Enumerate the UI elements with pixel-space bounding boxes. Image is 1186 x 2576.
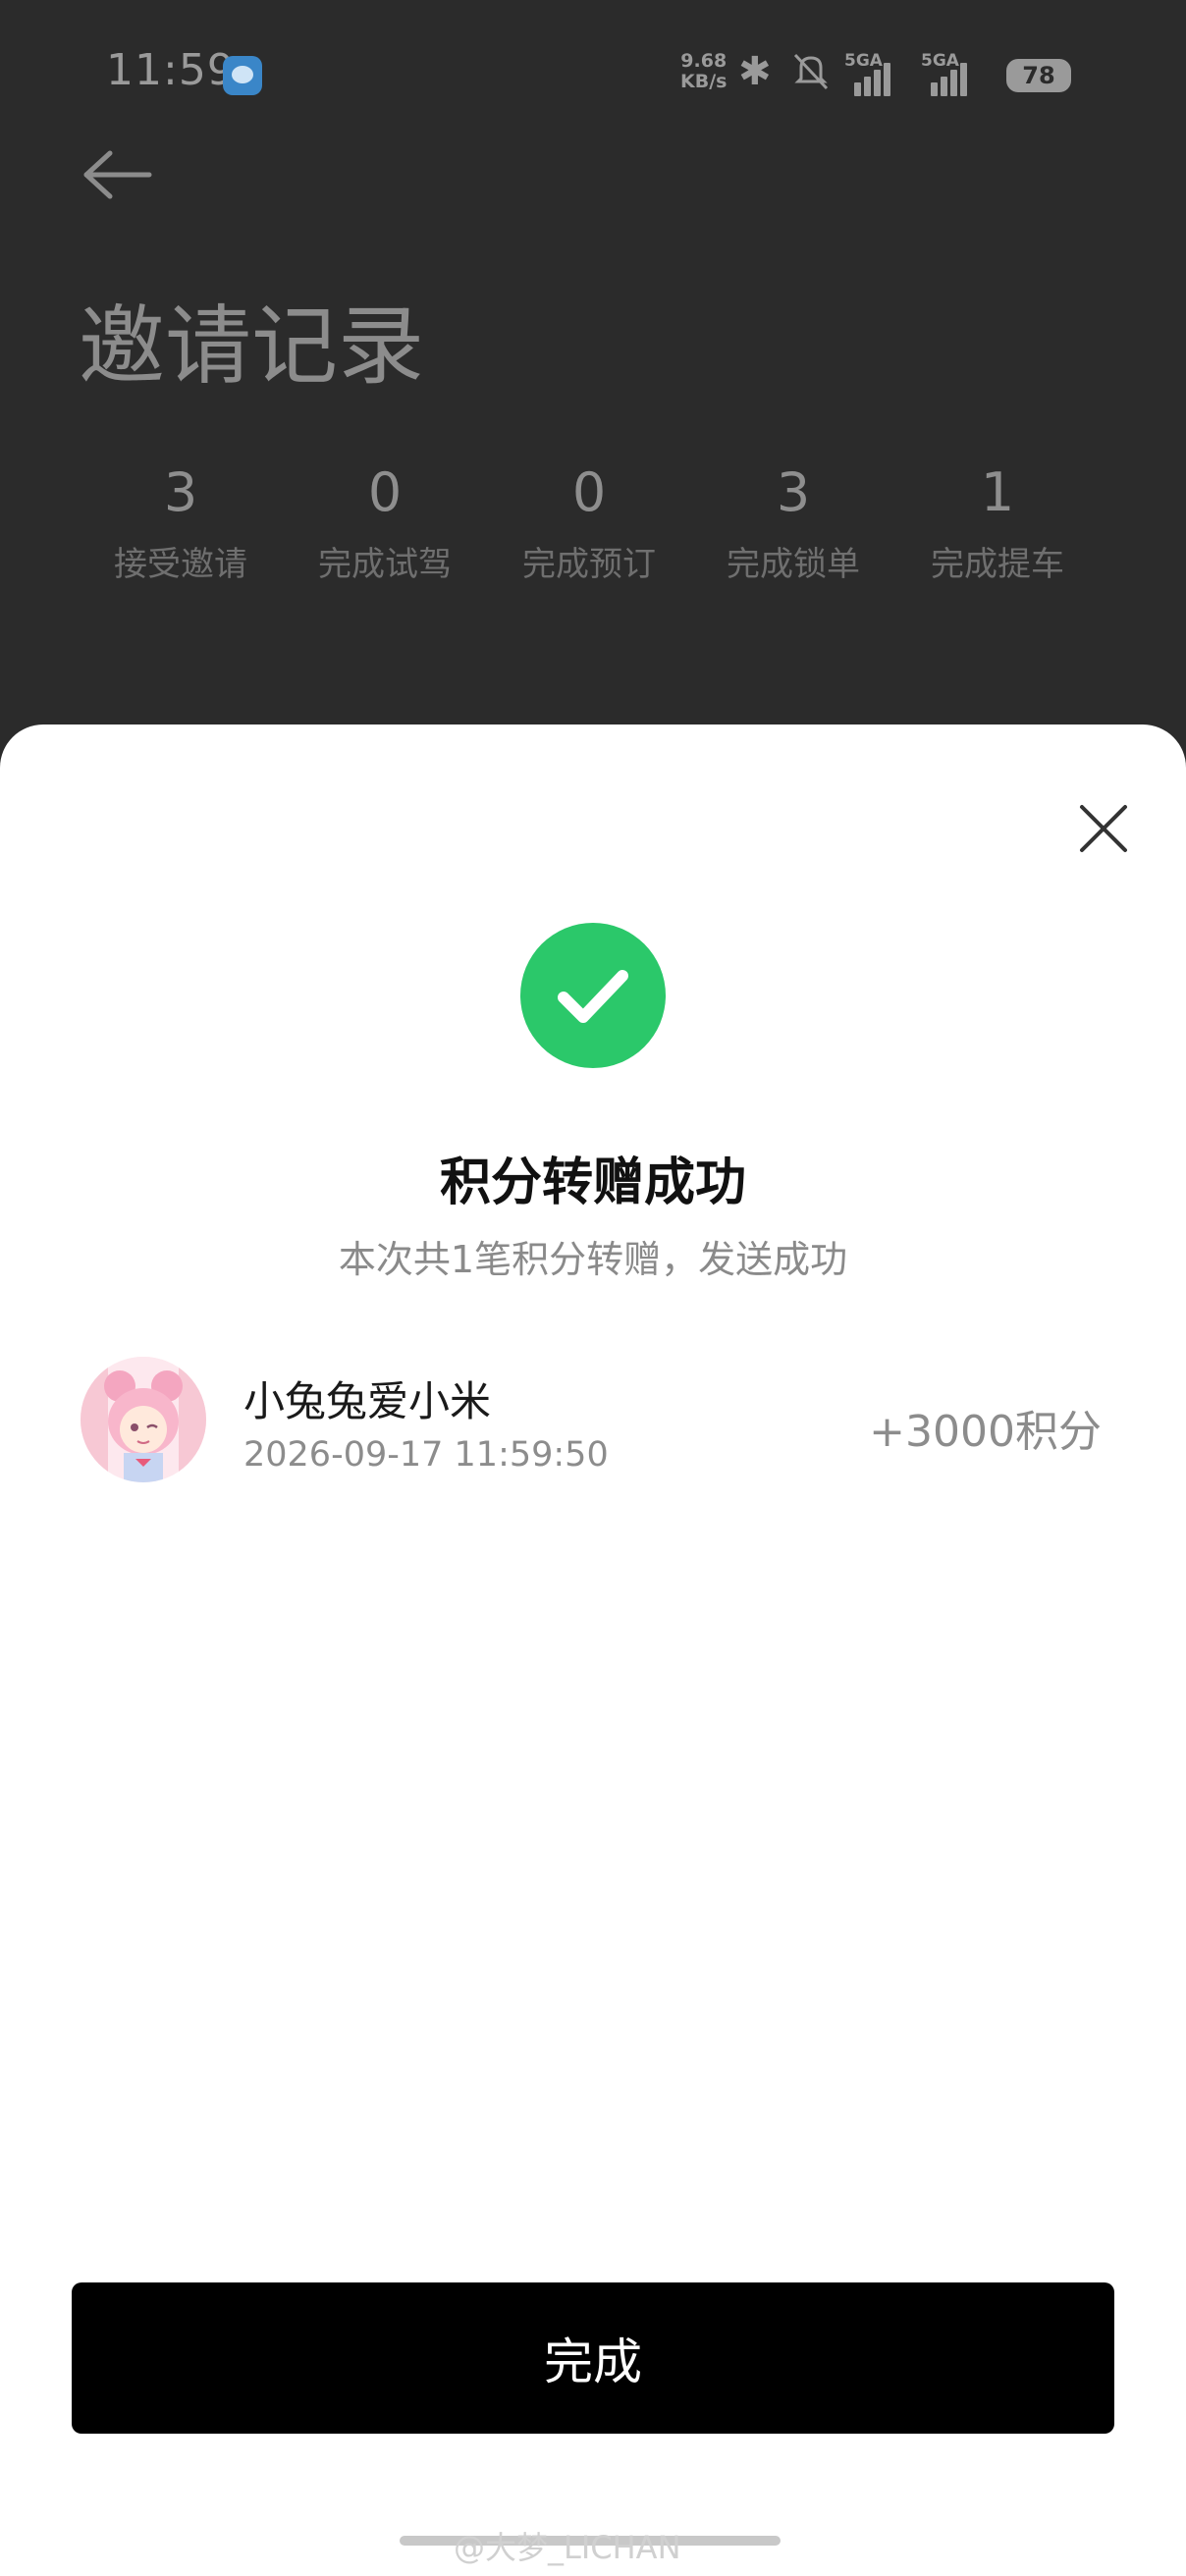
page-title: 邀请记录 (79, 295, 425, 397)
stat-number: 3 (776, 461, 811, 523)
message-app-icon (223, 56, 262, 95)
stat-test-drive: 0 完成试驾 (283, 461, 487, 585)
stat-number: 0 (571, 461, 607, 523)
stat-accepted: 3 接受邀请 (79, 461, 283, 585)
mute-bell-icon (793, 53, 829, 90)
close-icon[interactable] (1072, 797, 1135, 860)
status-bar: 11:59 9.68 KB/s ✱ 5GA 5GA 78 (0, 0, 1186, 147)
stat-label: 接受邀请 (114, 545, 247, 584)
network-speed-unit: KB/s (680, 71, 728, 92)
stat-number: 3 (163, 461, 198, 523)
sim1-label: 5GA (844, 51, 883, 71)
network-speed: 9.68 KB/s (680, 51, 727, 92)
battery-icon: 78 (1006, 59, 1071, 92)
stat-label: 完成试驾 (318, 545, 452, 584)
stat-label: 完成预订 (522, 545, 656, 584)
stat-reserved: 0 完成预订 (487, 461, 691, 585)
success-subtitle: 本次共1笔积分转赠，发送成功 (338, 1238, 848, 1281)
status-time: 11:59 (106, 45, 236, 95)
done-button[interactable]: 完成 (72, 2282, 1114, 2434)
signal-sim1-icon: 5GA (844, 51, 903, 96)
avatar (81, 1357, 206, 1482)
transfer-time: 2026-09-17 11:59:50 (243, 1435, 609, 1475)
stat-label: 完成提车 (931, 545, 1064, 584)
watermark: @大梦_LICHAN (454, 2529, 681, 2566)
stat-delivered: 1 完成提车 (895, 461, 1100, 585)
success-title: 积分转赠成功 (439, 1154, 746, 1212)
recipient-name: 小兔兔爱小米 (243, 1377, 492, 1425)
battery-level: 78 (1022, 62, 1055, 89)
invite-stats: 3 接受邀请 0 完成试驾 0 完成预订 3 完成锁单 1 完成提车 (79, 461, 1107, 599)
stat-number: 1 (980, 461, 1015, 523)
bluetooth-icon: ✱ (738, 49, 772, 94)
transfer-record: 小兔兔爱小米 2026-09-17 11:59:50 +3000积分 (81, 1357, 1102, 1486)
stat-label: 完成锁单 (727, 545, 860, 584)
signal-sim2-icon: 5GA (921, 51, 980, 96)
sim2-label: 5GA (921, 51, 959, 71)
network-speed-value: 9.68 (680, 50, 728, 72)
back-arrow-icon[interactable] (81, 145, 159, 204)
transfer-points: +3000积分 (869, 1407, 1102, 1457)
stat-locked: 3 完成锁单 (691, 461, 895, 585)
success-check-icon (520, 923, 666, 1068)
stat-number: 0 (367, 461, 403, 523)
